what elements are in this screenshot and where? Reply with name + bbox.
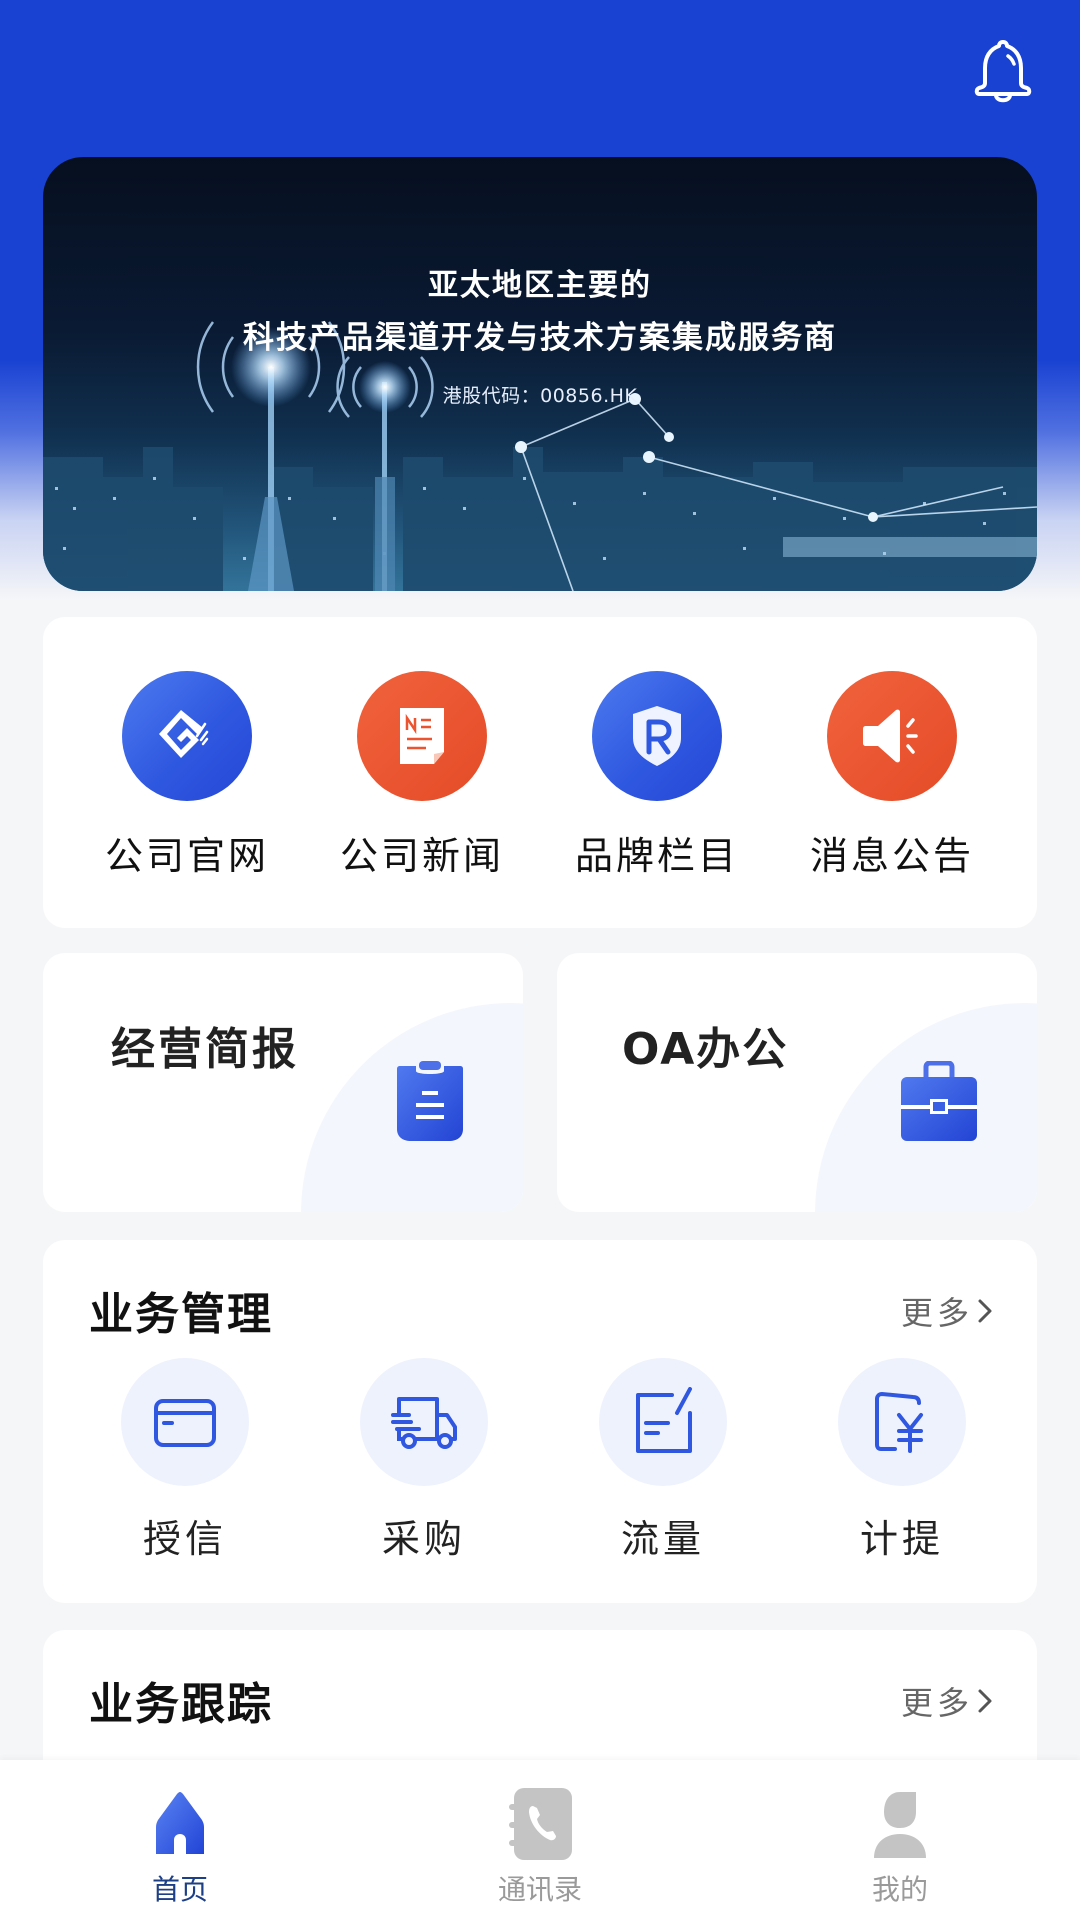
speaker-announcement-icon (827, 671, 957, 801)
home-icon (156, 1792, 204, 1854)
chevron-right-icon (978, 1299, 992, 1323)
chevron-right-icon (978, 1689, 992, 1713)
biz-item-credit[interactable]: 授信 (85, 1358, 285, 1588)
biz-item-accrual[interactable]: 计提 (802, 1358, 1002, 1588)
quick-link-label: 品牌栏目 (574, 834, 739, 878)
tab-label: 通讯录 (497, 1873, 582, 1906)
contacts-phone-icon (509, 1788, 572, 1860)
oa-office-card[interactable]: OA办公 (557, 953, 1037, 1212)
quick-link-label: 消息公告 (809, 834, 974, 878)
business-tracking-more-link[interactable]: 更多 (901, 1678, 995, 1724)
business-management-card: 业务管理 更多 授信 采购 流量 计提 (43, 1240, 1037, 1603)
more-label: 更多 (900, 1684, 973, 1722)
business-briefing-card[interactable]: 经营简报 (43, 953, 523, 1212)
promo-banner[interactable]: 亚太地区主要的 科技产品渠道开发与技术方案集成服务商 港股代码：00856.HK (43, 157, 1037, 591)
banner-headline-line2: 科技产品渠道开发与技术方案集成服务商 (243, 320, 837, 356)
business-briefing-title: 经营简报 (111, 1024, 299, 1075)
credit-card-icon (121, 1358, 249, 1486)
quick-link-label: 公司新闻 (339, 834, 504, 878)
briefcase-icon (901, 1061, 977, 1141)
biz-item-label: 计提 (859, 1517, 944, 1561)
tab-label: 我的 (871, 1873, 928, 1906)
delivery-truck-icon (360, 1358, 488, 1486)
quick-links-card: 公司官网 公司新闻 品牌栏目 消息公告 (43, 617, 1037, 928)
news-document-icon (357, 671, 487, 801)
quick-link-announcements[interactable]: 消息公告 (777, 617, 1007, 928)
yuan-document-icon (838, 1358, 966, 1486)
edit-document-icon (599, 1358, 727, 1486)
banner-headline-line1: 亚太地区主要的 (428, 268, 652, 303)
website-e-icon (122, 671, 252, 801)
city-skyline-image (43, 321, 1037, 591)
oa-office-title: OA办公 (622, 1024, 789, 1075)
profile-icon (874, 1792, 926, 1858)
bell-icon[interactable] (970, 36, 1036, 106)
biz-item-label: 采购 (381, 1517, 466, 1561)
tab-label: 首页 (151, 1873, 208, 1906)
biz-item-label: 授信 (142, 1517, 227, 1561)
bottom-tab-bar: 首页 通讯录 我的 (0, 1760, 1080, 1920)
quick-link-company-news[interactable]: 公司新闻 (307, 617, 537, 928)
business-management-more-link[interactable]: 更多 (901, 1288, 995, 1334)
tab-contacts[interactable]: 通讯录 (360, 1760, 720, 1920)
clipboard-icon (397, 1061, 463, 1141)
biz-item-purchase[interactable]: 采购 (324, 1358, 524, 1588)
biz-item-label: 流量 (620, 1517, 705, 1561)
brand-shield-r-icon (592, 671, 722, 801)
quick-link-brand-column[interactable]: 品牌栏目 (542, 617, 772, 928)
quick-link-company-website[interactable]: 公司官网 (72, 617, 302, 928)
business-management-title: 业务管理 (89, 1289, 273, 1340)
tab-profile[interactable]: 我的 (720, 1760, 1080, 1920)
quick-link-label: 公司官网 (104, 834, 269, 878)
biz-item-traffic[interactable]: 流量 (563, 1358, 763, 1588)
more-label: 更多 (900, 1294, 973, 1332)
tab-home[interactable]: 首页 (0, 1760, 360, 1920)
business-tracking-title: 业务跟踪 (89, 1679, 273, 1730)
banner-stock-code: 港股代码：00856.HK (442, 385, 638, 407)
